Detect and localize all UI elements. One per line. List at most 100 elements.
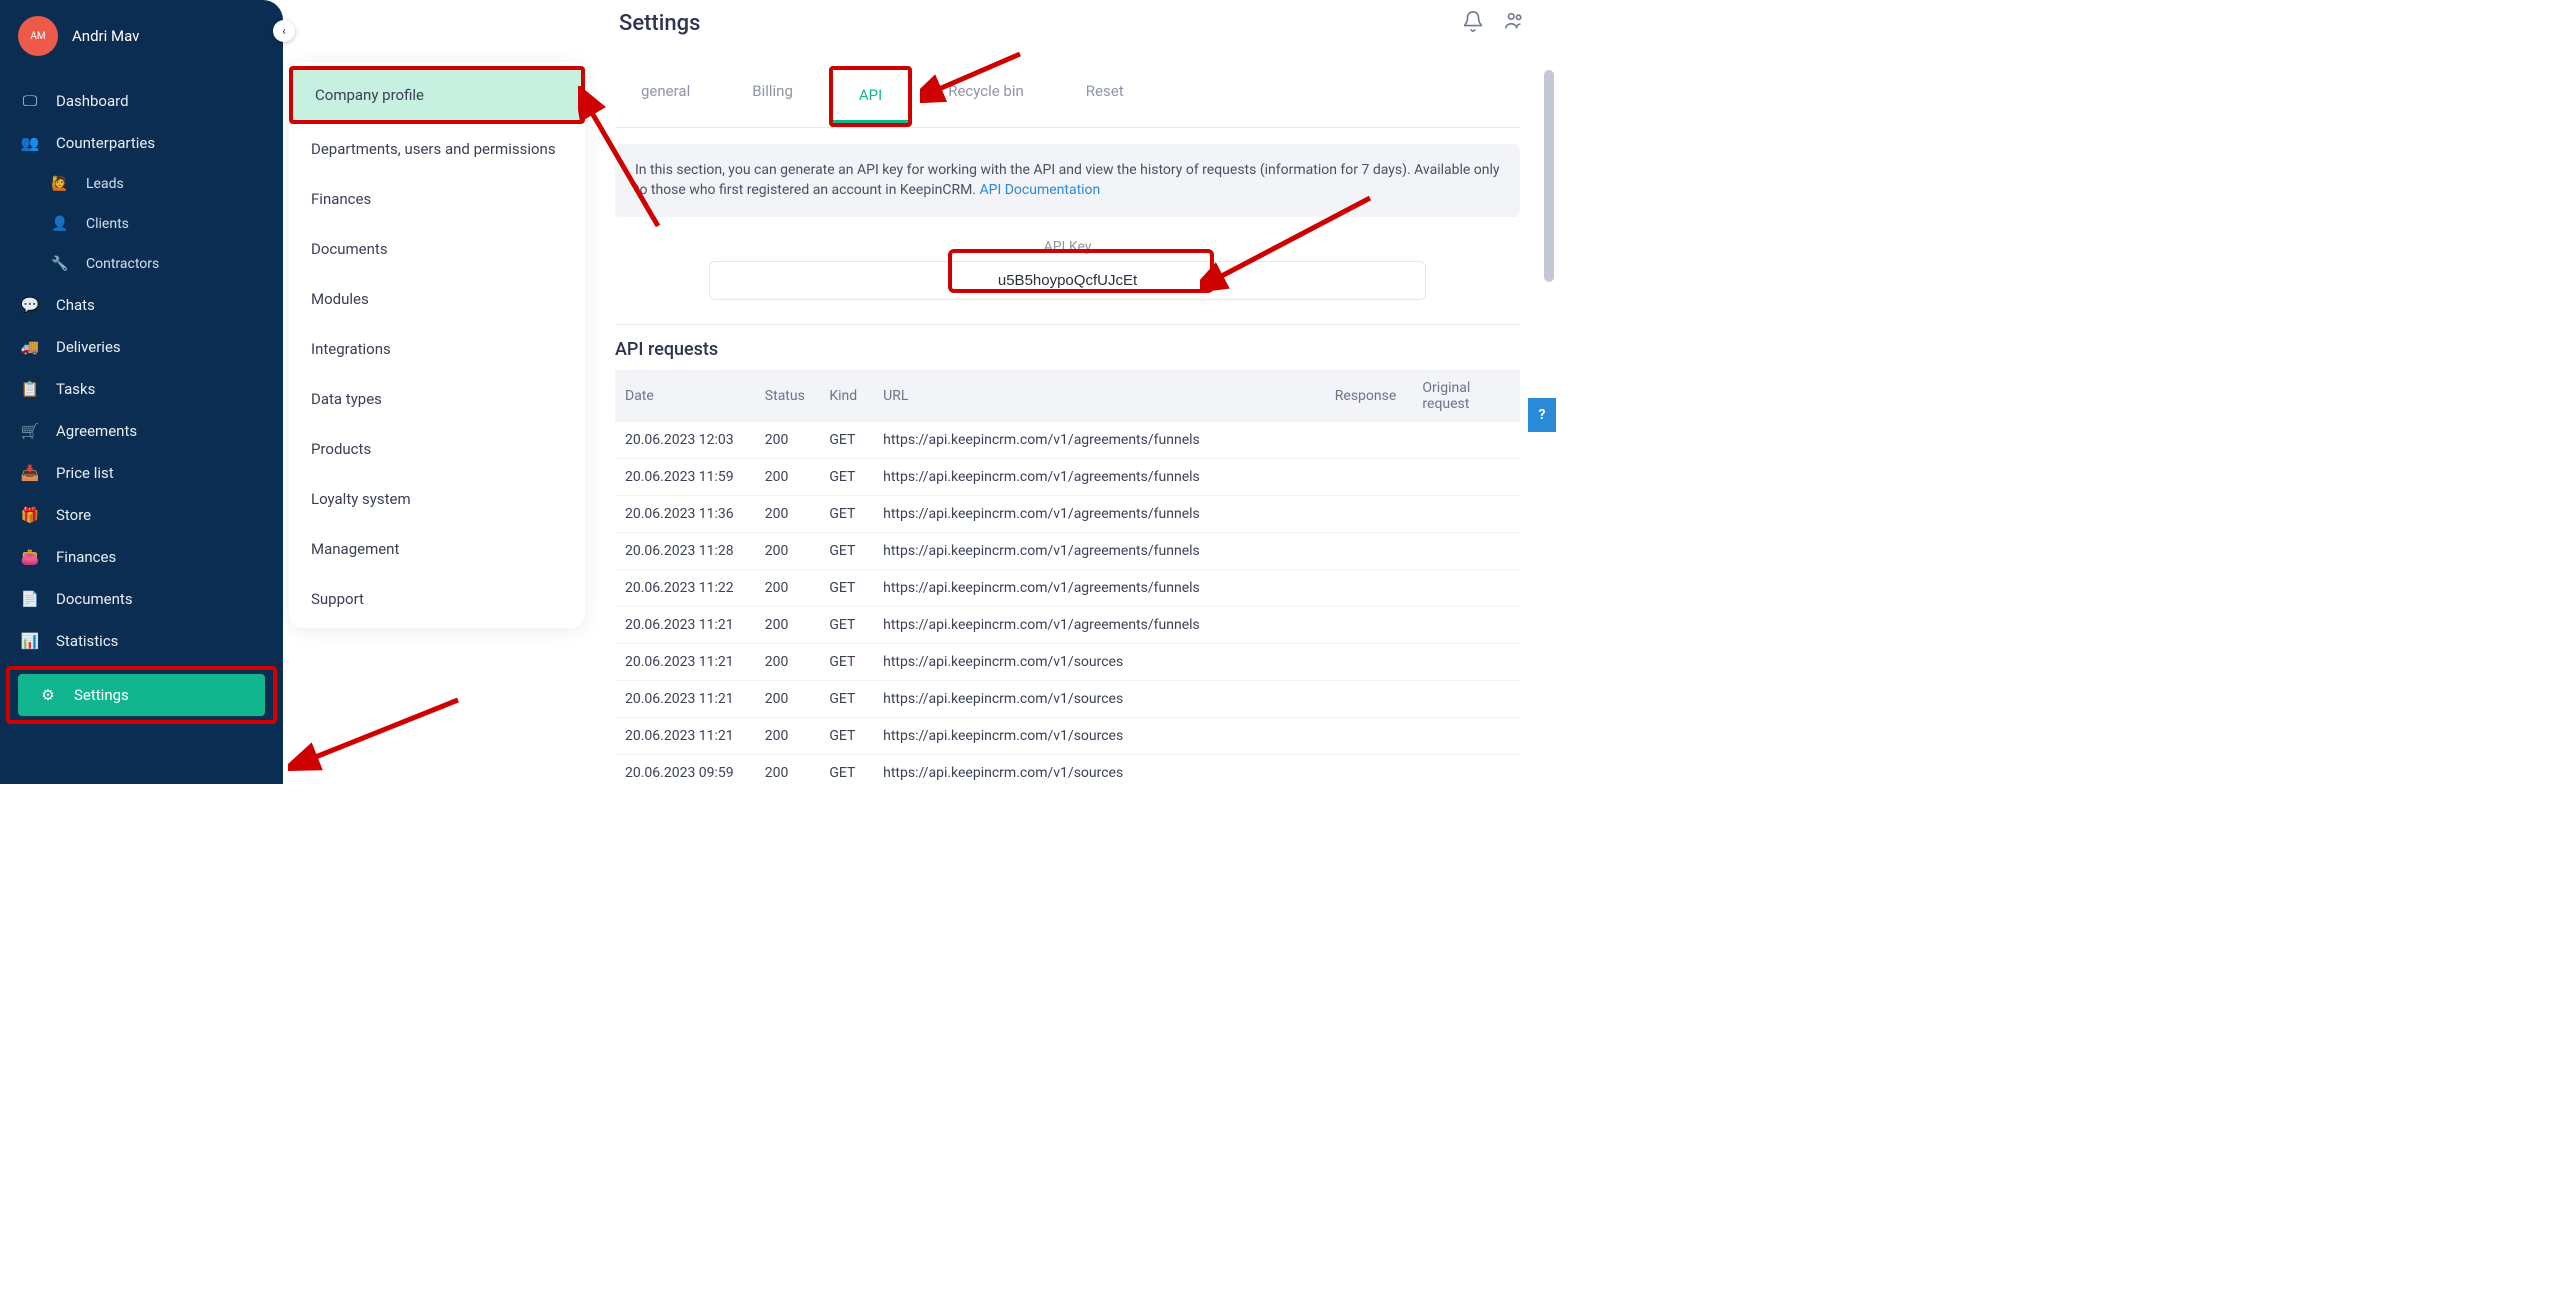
- sidebar-item-deliveries[interactable]: 🚚Deliveries: [0, 326, 283, 368]
- cell: GET: [819, 717, 873, 754]
- scroll-thumb[interactable]: [1544, 70, 1554, 282]
- sidebar-item-label: Clients: [86, 216, 129, 232]
- sidebar: AM Andri Mav ‹ 🖵Dashboard👥Counterparties…: [0, 0, 283, 784]
- sidebar-item-clients[interactable]: 👤Clients: [0, 204, 283, 244]
- store-icon: 🎁: [20, 506, 40, 524]
- table-row[interactable]: 20.06.2023 09:59200GEThttps://api.keepin…: [615, 754, 1520, 784]
- subnav-item-integrations[interactable]: Integrations: [289, 324, 585, 374]
- sidebar-item-store[interactable]: 🎁Store: [0, 494, 283, 536]
- cell: GET: [819, 495, 873, 532]
- subnav-item-management[interactable]: Management: [289, 524, 585, 574]
- table-row[interactable]: 20.06.2023 11:22200GEThttps://api.keepin…: [615, 569, 1520, 606]
- cell: 200: [755, 606, 820, 643]
- cell: 20.06.2023 11:22: [615, 569, 755, 606]
- cell: https://api.keepincrm.com/v1/agreements/…: [873, 569, 1325, 606]
- sidebar-item-label: Deliveries: [56, 338, 121, 356]
- cell: 200: [755, 680, 820, 717]
- tab-api[interactable]: API: [833, 70, 908, 123]
- sidebar-item-label: Statistics: [56, 632, 118, 650]
- help-tab[interactable]: ?: [1528, 398, 1556, 432]
- sidebar-item-price-list[interactable]: 📥Price list: [0, 452, 283, 494]
- sidebar-item-contractors[interactable]: 🔧 Contractors: [0, 244, 283, 284]
- cell: 20.06.2023 11:59: [615, 458, 755, 495]
- cell: 200: [755, 458, 820, 495]
- sidebar-item-label: Documents: [56, 590, 133, 608]
- cell: [1412, 717, 1520, 754]
- sidebar-item-label: Counterparties: [56, 134, 155, 152]
- subnav-item-departments-users-and-permissions[interactable]: Departments, users and permissions: [289, 124, 585, 174]
- table-row[interactable]: 20.06.2023 11:28200GEThttps://api.keepin…: [615, 532, 1520, 569]
- subnav-item-modules[interactable]: Modules: [289, 274, 585, 324]
- sidebar-item-label: Contractors: [86, 256, 159, 272]
- sidebar-item-finances[interactable]: 👛Finances: [0, 536, 283, 578]
- table-row[interactable]: 20.06.2023 11:21200GEThttps://api.keepin…: [615, 606, 1520, 643]
- cell: [1325, 532, 1413, 569]
- cell: 20.06.2023 09:59: [615, 754, 755, 784]
- contractors-icon: 🔧: [50, 256, 70, 272]
- cell: GET: [819, 569, 873, 606]
- cell: https://api.keepincrm.com/v1/sources: [873, 643, 1325, 680]
- sidebar-item-settings[interactable]: ⚙Settings: [18, 674, 265, 716]
- people-icon[interactable]: [1502, 10, 1526, 37]
- tab-reset[interactable]: Reset: [1060, 66, 1150, 127]
- settings-subnav: Company profileDepartments, users and pe…: [289, 62, 585, 628]
- cell: 200: [755, 532, 820, 569]
- cell: GET: [819, 754, 873, 784]
- sidebar-item-statistics[interactable]: 📊Statistics: [0, 620, 283, 662]
- annotation-highlight-settings: ⚙Settings: [6, 666, 277, 724]
- table-row[interactable]: 20.06.2023 11:21200GEThttps://api.keepin…: [615, 717, 1520, 754]
- cell: https://api.keepincrm.com/v1/agreements/…: [873, 458, 1325, 495]
- table-row[interactable]: 20.06.2023 12:03200GEThttps://api.keepin…: [615, 422, 1520, 459]
- subnav-item-products[interactable]: Products: [289, 424, 585, 474]
- annotation-highlight-company-profile: Company profile: [289, 66, 585, 124]
- cell: [1412, 532, 1520, 569]
- sidebar-collapse-button[interactable]: ‹: [273, 20, 295, 42]
- sidebar-item-counterparties[interactable]: 👥Counterparties: [0, 122, 283, 164]
- subnav-item-company-profile[interactable]: Company profile: [293, 70, 581, 120]
- sidebar-nav: 🖵Dashboard👥Counterparties🙋Leads👤Clients🔧…: [0, 72, 283, 784]
- table-row[interactable]: 20.06.2023 11:36200GEThttps://api.keepin…: [615, 495, 1520, 532]
- cell: https://api.keepincrm.com/v1/agreements/…: [873, 532, 1325, 569]
- cell: 200: [755, 569, 820, 606]
- tab-billing[interactable]: Billing: [726, 66, 819, 127]
- sidebar-item-chats[interactable]: 💬Chats: [0, 284, 283, 326]
- col-original-request: Original request: [1412, 370, 1520, 422]
- subnav-item-support[interactable]: Support: [289, 574, 585, 624]
- cell: [1412, 495, 1520, 532]
- dashboard-icon: 🖵: [20, 92, 40, 110]
- cell: [1325, 643, 1413, 680]
- tab-recycle-bin[interactable]: Recycle bin: [922, 66, 1050, 127]
- api-key-input[interactable]: [709, 261, 1427, 300]
- subnav-item-data-types[interactable]: Data types: [289, 374, 585, 424]
- cell: GET: [819, 643, 873, 680]
- sidebar-item-label: Dashboard: [56, 92, 129, 110]
- table-row[interactable]: 20.06.2023 11:21200GEThttps://api.keepin…: [615, 680, 1520, 717]
- sidebar-item-leads[interactable]: 🙋Leads: [0, 164, 283, 204]
- table-row[interactable]: 20.06.2023 11:21200GEThttps://api.keepin…: [615, 643, 1520, 680]
- cell: 20.06.2023 12:03: [615, 422, 755, 459]
- api-docs-link[interactable]: API Documentation: [979, 182, 1100, 198]
- cell: 20.06.2023 11:21: [615, 680, 755, 717]
- cell: 20.06.2023 11:21: [615, 717, 755, 754]
- cell: 200: [755, 754, 820, 784]
- cell: GET: [819, 458, 873, 495]
- cell: [1412, 680, 1520, 717]
- sidebar-item-tasks[interactable]: 📋Tasks: [0, 368, 283, 410]
- cell: https://api.keepincrm.com/v1/agreements/…: [873, 495, 1325, 532]
- sidebar-item-dashboard[interactable]: 🖵 Dashboard: [0, 80, 283, 122]
- cell: [1325, 422, 1413, 459]
- tab-bar: generalBilling API Recycle binReset: [615, 66, 1520, 128]
- subnav-item-loyalty-system[interactable]: Loyalty system: [289, 474, 585, 524]
- price-list-icon: 📥: [20, 464, 40, 482]
- tab-general[interactable]: general: [615, 66, 716, 127]
- cell: 200: [755, 495, 820, 532]
- sidebar-item-agreements[interactable]: 🛒Agreements: [0, 410, 283, 452]
- subnav-item-documents[interactable]: Documents: [289, 224, 585, 274]
- cell: 200: [755, 643, 820, 680]
- cell: [1412, 606, 1520, 643]
- table-row[interactable]: 20.06.2023 11:59200GEThttps://api.keepin…: [615, 458, 1520, 495]
- subnav-item-finances[interactable]: Finances: [289, 174, 585, 224]
- sidebar-item-documents[interactable]: 📄Documents: [0, 578, 283, 620]
- bell-icon[interactable]: [1462, 10, 1484, 37]
- user-row[interactable]: AM Andri Mav: [0, 0, 283, 72]
